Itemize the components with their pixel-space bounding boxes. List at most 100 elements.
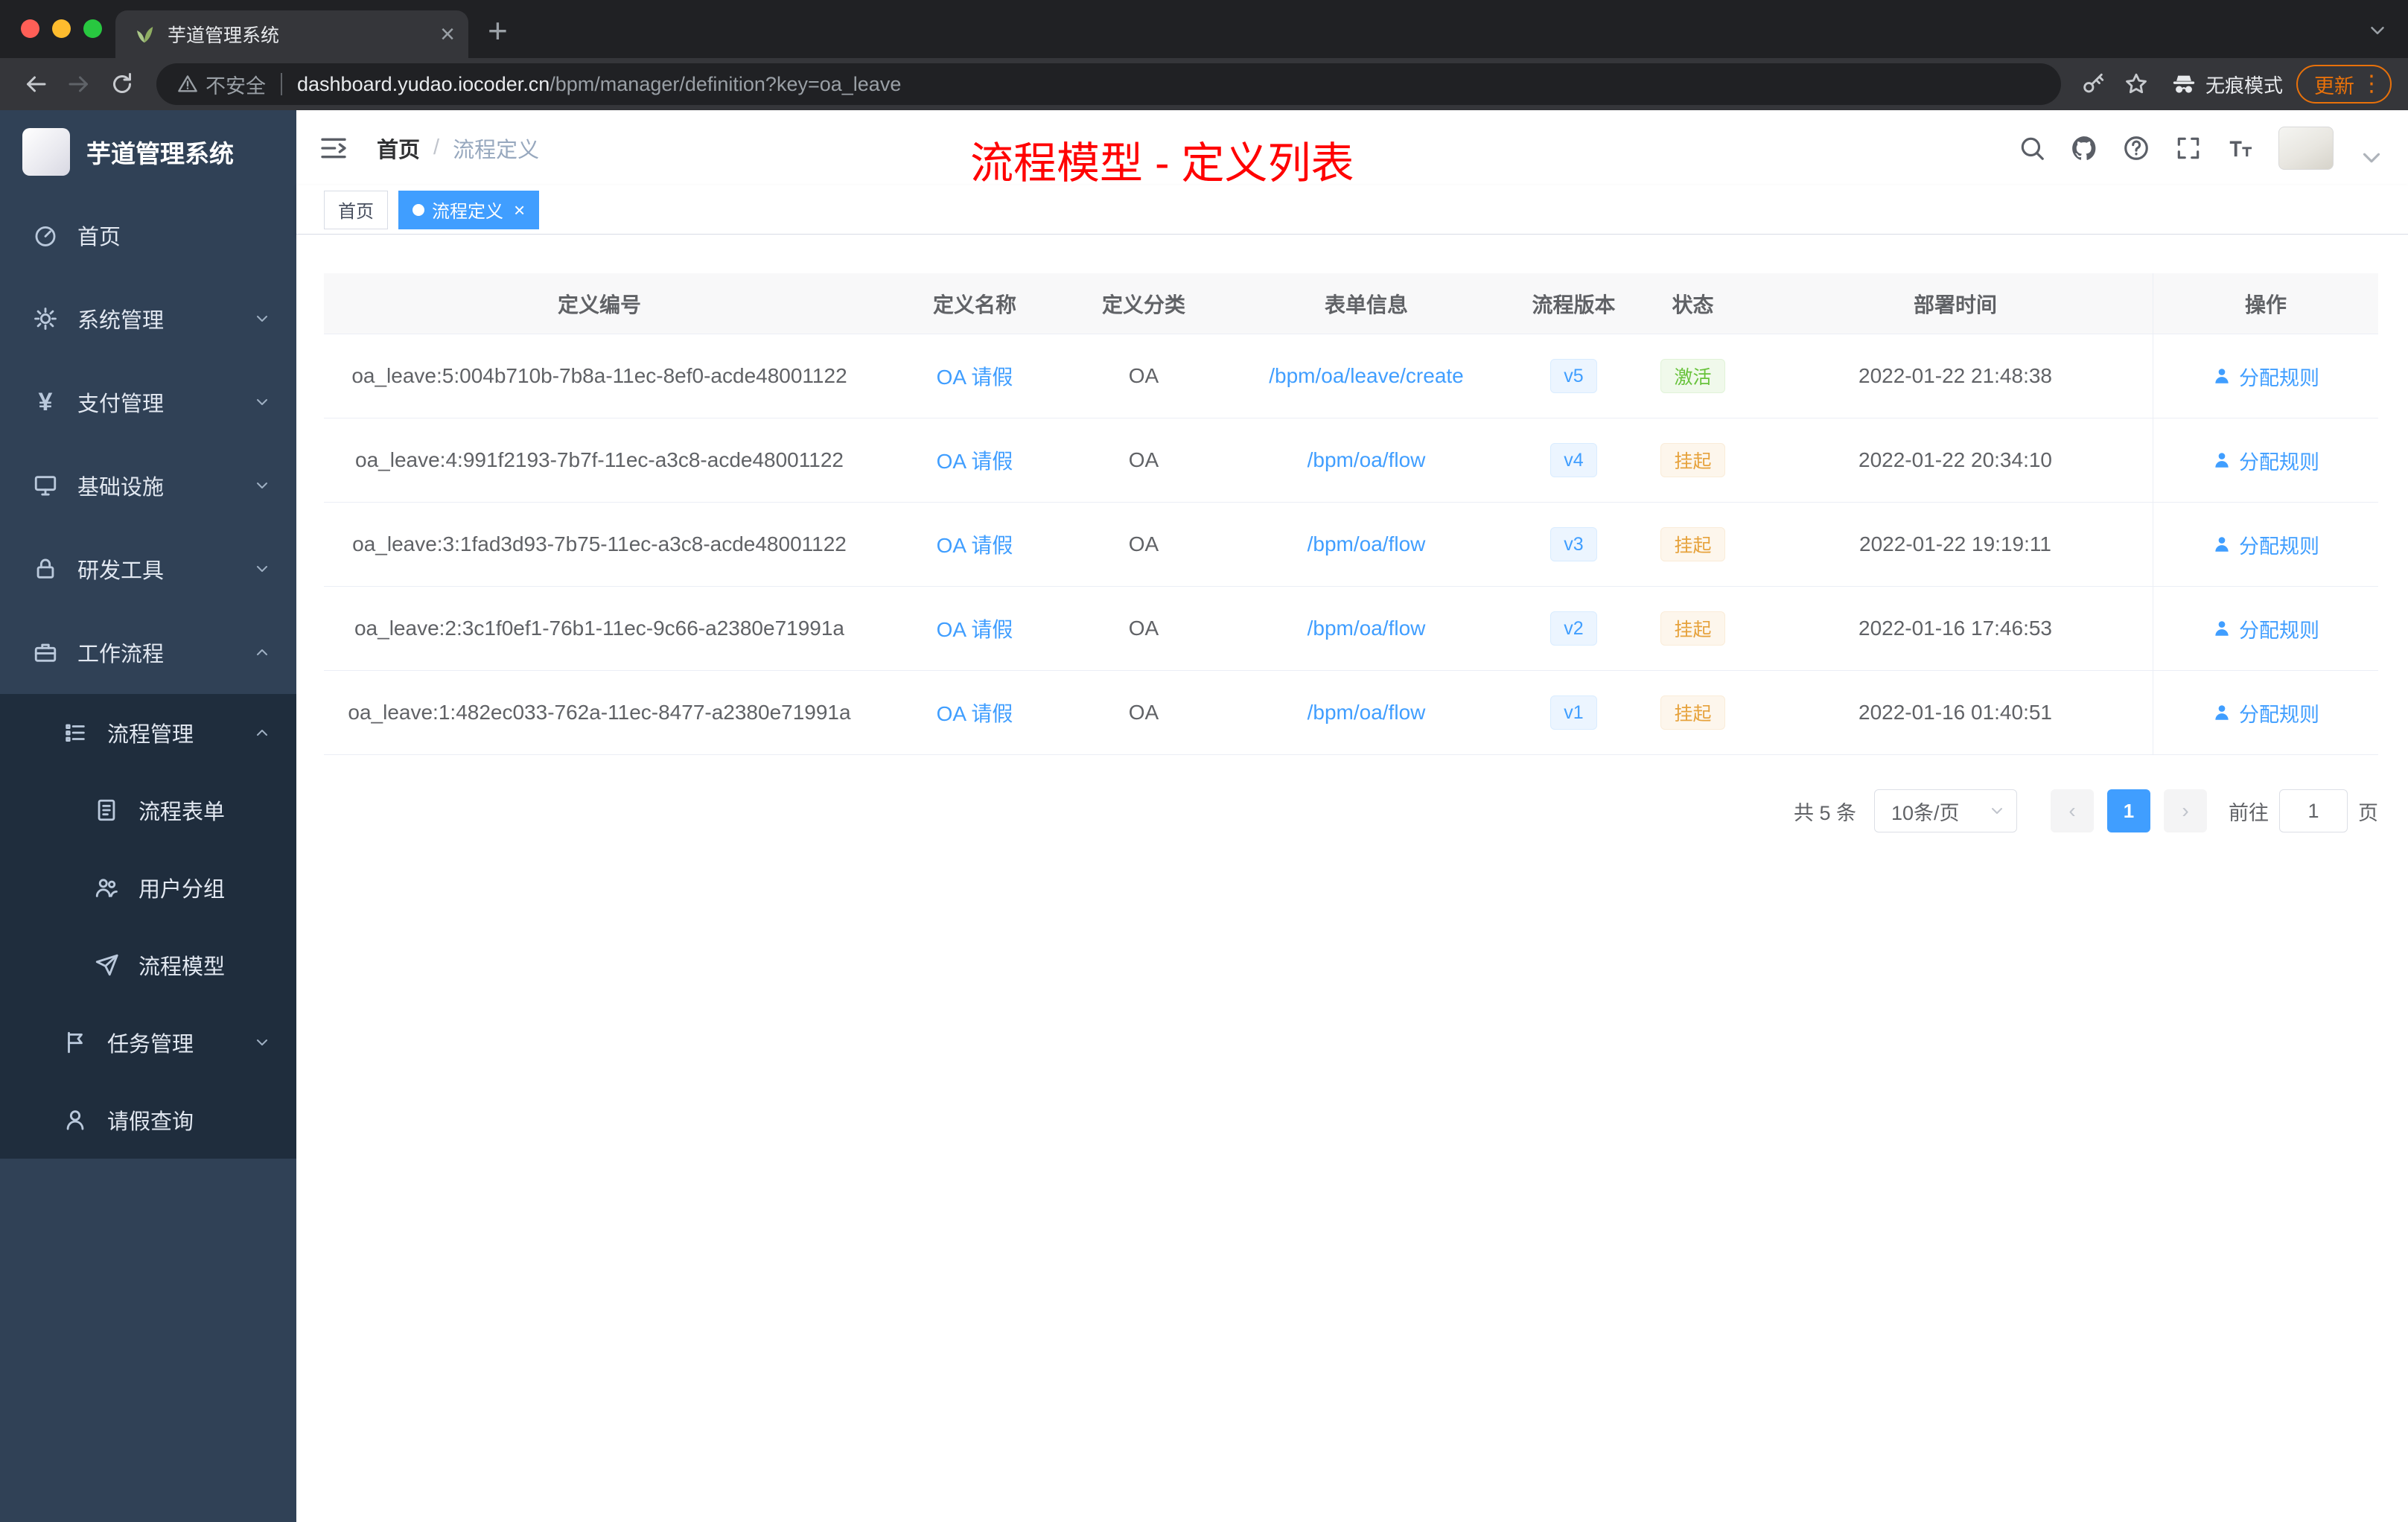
- breadcrumb-home[interactable]: 首页: [377, 133, 420, 164]
- tag-close-icon[interactable]: ×: [514, 200, 525, 220]
- status-tag: 挂起: [1660, 527, 1725, 561]
- incognito-label: 无痕模式: [2205, 74, 2283, 97]
- column-header: 流程版本: [1532, 293, 1616, 316]
- reload-button[interactable]: [103, 65, 141, 104]
- sidebar-item[interactable]: 系统管理: [0, 277, 296, 360]
- sidebar-item-label: 流程管理: [107, 723, 194, 747]
- tab-title: 芋道管理系统: [168, 25, 280, 46]
- prev-page-button[interactable]: ‹: [2051, 789, 2094, 832]
- table-row: oa_leave:1:482ec033-762a-11ec-8477-a2380…: [324, 671, 2378, 755]
- tab-list-chevron-icon[interactable]: [2366, 19, 2389, 42]
- minimize-window-button[interactable]: [52, 19, 71, 38]
- page-jumper: 前往 页: [2229, 789, 2378, 832]
- form-info-link[interactable]: /bpm/oa/leave/create: [1269, 364, 1464, 388]
- table-header-row: 定义编号 定义名称 定义分类 表单信息 流程版本 状态 部署时间 操作: [324, 273, 2378, 334]
- form-info-link[interactable]: /bpm/oa/flow: [1307, 532, 1426, 556]
- sidebar-item[interactable]: 流程模型: [0, 926, 296, 1004]
- assign-rule-link[interactable]: 分配规则: [2212, 530, 2319, 559]
- user-avatar[interactable]: [2278, 126, 2334, 170]
- send-icon: [94, 952, 119, 978]
- chevron-up-icon: [253, 724, 271, 742]
- avatar-dropdown-icon[interactable]: [2357, 144, 2386, 172]
- github-icon[interactable]: [2070, 134, 2098, 162]
- form-info-link[interactable]: /bpm/oa/flow: [1307, 701, 1426, 725]
- browser-menu-icon[interactable]: ⋮: [2360, 73, 2383, 95]
- tab-close-icon[interactable]: ×: [440, 22, 455, 47]
- sidebar-item[interactable]: 工作流程: [0, 611, 296, 694]
- new-tab-button[interactable]: +: [488, 13, 508, 48]
- password-key-icon[interactable]: [2080, 71, 2106, 97]
- update-button[interactable]: 更新 ⋮: [2296, 65, 2392, 104]
- assign-rule-link[interactable]: 分配规则: [2212, 614, 2319, 643]
- person-icon: [2212, 703, 2232, 722]
- incognito-icon: [2171, 71, 2197, 97]
- assign-rule-link[interactable]: 分配规则: [2212, 446, 2319, 475]
- chevron-down-icon: [253, 310, 271, 328]
- tag-home[interactable]: 首页: [324, 190, 388, 229]
- tag-label: 流程定义: [432, 202, 503, 222]
- sidebar: 芋道管理系统 首页 系统管理 ¥ 支付管理 基础设施 研发工具 工作流程 流程管理 流程表单 用户…: [0, 110, 296, 1522]
- maximize-window-button[interactable]: [83, 19, 102, 38]
- definition-name-link[interactable]: OA 请假: [937, 445, 1013, 475]
- sidebar-item-label: 首页: [77, 226, 121, 249]
- person-icon: [2212, 450, 2232, 470]
- fullscreen-icon[interactable]: [2174, 134, 2202, 162]
- back-button[interactable]: [16, 65, 55, 104]
- annotation-title: 流程模型 - 定义列表: [970, 139, 1354, 188]
- page-size-select[interactable]: 10条/页: [1874, 789, 2017, 832]
- sidebar-toggle-icon[interactable]: [319, 133, 348, 163]
- definition-table: 定义编号 定义名称 定义分类 表单信息 流程版本 状态 部署时间 操作 oa_l…: [324, 273, 2378, 755]
- deploy-time: 2022-01-16 01:40:51: [1858, 701, 2052, 724]
- version-tag: v4: [1550, 443, 1597, 477]
- close-window-button[interactable]: [21, 19, 39, 38]
- sidebar-item-label: 流程表单: [138, 800, 226, 824]
- form-info-link[interactable]: /bpm/oa/flow: [1307, 448, 1426, 472]
- definition-name-link[interactable]: OA 请假: [937, 698, 1013, 727]
- sidebar-item[interactable]: 流程管理: [0, 694, 296, 771]
- sidebar-item[interactable]: ¥ 支付管理: [0, 360, 296, 444]
- sidebar-item-label: 基础设施: [77, 476, 165, 500]
- assign-rule-label: 分配规则: [2239, 619, 2319, 642]
- assign-rule-link[interactable]: 分配规则: [2212, 698, 2319, 727]
- search-icon[interactable]: [2018, 134, 2046, 162]
- sidebar-item[interactable]: 用户分组: [0, 849, 296, 926]
- tab-strip: 芋道管理系统 × +: [0, 0, 2408, 58]
- help-icon[interactable]: [2122, 134, 2150, 162]
- sidebar-item[interactable]: 研发工具: [0, 527, 296, 611]
- forward-button[interactable]: [60, 65, 98, 104]
- definition-name-link[interactable]: OA 请假: [937, 614, 1013, 643]
- address-bar[interactable]: 不安全 dashboard.yudao.iocoder.cn /bpm/mana…: [156, 63, 2061, 105]
- sidebar-item[interactable]: 首页: [0, 194, 296, 277]
- sidebar-item[interactable]: 请假查询: [0, 1081, 296, 1159]
- sidebar-item[interactable]: 任务管理: [0, 1004, 296, 1081]
- assign-rule-link[interactable]: 分配规则: [2212, 362, 2319, 391]
- browser-chrome: 芋道管理系统 × + 不安全 dashboard.yudao.iocoder.c…: [0, 0, 2408, 110]
- tag-process-definition[interactable]: 流程定义 ×: [398, 190, 540, 229]
- bookmark-star-icon[interactable]: [2124, 71, 2149, 97]
- form-info-link[interactable]: /bpm/oa/flow: [1307, 617, 1426, 640]
- definition-name-link[interactable]: OA 请假: [937, 361, 1013, 391]
- chevron-down-icon: [253, 560, 271, 578]
- security-indicator[interactable]: 不安全: [177, 70, 266, 99]
- sidebar-item[interactable]: 流程表单: [0, 771, 296, 849]
- person-icon: [2212, 535, 2232, 554]
- sidebar-item-label: 请假查询: [107, 1110, 194, 1134]
- column-header: 定义编号: [557, 293, 641, 316]
- page-number-button[interactable]: 1: [2107, 789, 2150, 832]
- font-size-icon[interactable]: [2226, 134, 2255, 162]
- sidebar-item[interactable]: 基础设施: [0, 444, 296, 527]
- tree-icon: [63, 720, 88, 745]
- main-area: 流程模型 - 定义列表 首页 / 流程定义 首页 流程定义 × 定义编号 定义名…: [296, 110, 2408, 1522]
- next-page-button[interactable]: ›: [2164, 789, 2207, 832]
- goto-label: 前往: [2229, 801, 2269, 824]
- browser-toolbar: 不安全 dashboard.yudao.iocoder.cn /bpm/mana…: [0, 58, 2408, 110]
- users-icon: [94, 875, 119, 900]
- sidebar-item-label: 研发工具: [77, 559, 165, 583]
- goto-page-input[interactable]: [2279, 789, 2348, 832]
- browser-tab[interactable]: 芋道管理系统 ×: [115, 10, 468, 58]
- definition-name-link[interactable]: OA 请假: [937, 529, 1013, 559]
- table-row: oa_leave:3:1fad3d93-7b75-11ec-a3c8-acde4…: [324, 503, 2378, 587]
- url-divider: [281, 73, 282, 95]
- chevron-down-icon: [253, 477, 271, 494]
- briefcase-icon: [33, 640, 58, 665]
